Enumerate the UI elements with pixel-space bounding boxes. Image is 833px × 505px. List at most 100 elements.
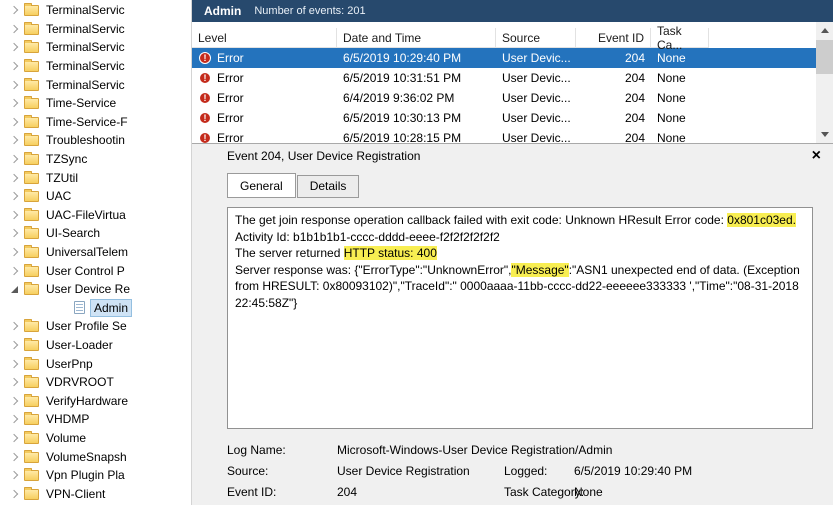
chevron-collapsed-icon[interactable]: [6, 411, 23, 427]
tree-item[interactable]: User-Loader: [0, 336, 191, 355]
tree-item[interactable]: Troubleshootin: [0, 131, 191, 150]
error-icon: [199, 112, 211, 124]
field-row: Source: User Device Registration Logged:…: [227, 460, 813, 481]
chevron-collapsed-icon[interactable]: [6, 39, 23, 55]
chevron-collapsed-icon[interactable]: [6, 225, 23, 241]
task-category-cell: None: [657, 131, 686, 143]
tree-item[interactable]: TerminalServic: [0, 57, 191, 76]
chevron-collapsed-icon[interactable]: [6, 393, 23, 409]
chevron-collapsed-icon[interactable]: [6, 132, 23, 148]
chevron-expanded-icon[interactable]: [6, 281, 23, 297]
tab-general[interactable]: General: [227, 173, 296, 198]
scroll-down-button[interactable]: [816, 126, 833, 143]
tree-item[interactable]: Admin: [0, 298, 191, 318]
chevron-collapsed-icon[interactable]: [6, 170, 23, 186]
tree-item[interactable]: TZUtil: [0, 168, 191, 187]
level-cell: Error: [192, 91, 337, 105]
event-id-cell: 204: [624, 131, 645, 143]
error-icon: [199, 72, 211, 84]
chevron-collapsed-icon[interactable]: [6, 337, 23, 353]
tree-item[interactable]: User Control P: [0, 261, 191, 280]
tree-item[interactable]: VHDMP: [0, 410, 191, 429]
chevron-collapsed-icon[interactable]: [6, 318, 23, 334]
tree-item[interactable]: UAC-FileVirtua: [0, 206, 191, 225]
level-cell: Error: [192, 51, 337, 65]
scrollbar-track[interactable]: [816, 39, 833, 126]
tree-item-label: User Device Re: [46, 282, 131, 297]
chevron-collapsed-icon[interactable]: [6, 114, 23, 130]
chevron-collapsed-icon[interactable]: [6, 374, 23, 390]
close-icon[interactable]: ×: [812, 147, 821, 164]
chevron-collapsed-icon[interactable]: [6, 449, 23, 465]
tree-item[interactable]: TerminalServic: [0, 20, 191, 39]
scroll-up-button[interactable]: [816, 22, 833, 39]
field-row: Log Name: Microsoft-Windows-User Device …: [227, 439, 813, 460]
table-row[interactable]: Error 6/4/2019 9:36:02 PM User Devic... …: [192, 88, 816, 108]
chevron-collapsed-icon[interactable]: [6, 77, 23, 93]
folder-icon: [24, 114, 39, 128]
column-header[interactable]: Level: [192, 28, 337, 48]
no-chevron[interactable]: [54, 300, 71, 316]
chevron-collapsed-icon[interactable]: [6, 244, 23, 260]
chevron-collapsed-icon[interactable]: [6, 430, 23, 446]
tree-item[interactable]: VDRVROOT: [0, 373, 191, 392]
tree-item-label: VerifyHardware: [46, 393, 129, 408]
table-row[interactable]: Error 6/5/2019 10:28:15 PM User Devic...…: [192, 128, 816, 143]
folder-icon: [24, 226, 39, 240]
field-label: Log Name:: [227, 442, 286, 457]
tree-item[interactable]: User Profile Se: [0, 317, 191, 336]
tree-item[interactable]: VPN-Client: [0, 484, 191, 503]
vertical-scrollbar[interactable]: [816, 22, 833, 143]
field-row: Event ID: 204 Task Category: None: [227, 481, 813, 502]
tab-details[interactable]: Details: [296, 175, 360, 198]
column-header[interactable]: Event ID: [576, 28, 651, 48]
tree-item[interactable]: VerifyHardware: [0, 391, 191, 410]
chevron-collapsed-icon[interactable]: [6, 263, 23, 279]
tree-item-label: UserPnp: [46, 356, 93, 371]
scrollbar-thumb[interactable]: [816, 40, 833, 74]
folder-icon: [24, 207, 39, 221]
tree-item-label: Time-Service-F: [46, 114, 128, 129]
tree-item[interactable]: Vpn Plugin Pla: [0, 466, 191, 485]
tree-item[interactable]: TerminalServic: [0, 1, 191, 20]
table-row[interactable]: Error 6/5/2019 10:30:13 PM User Devic...…: [192, 108, 816, 128]
tree-item[interactable]: VolumeSnapsh: [0, 447, 191, 466]
highlighted-text: HTTP status: 400: [343, 246, 437, 260]
folder-icon: [24, 430, 39, 444]
folder-icon: [24, 282, 39, 296]
chevron-collapsed-icon[interactable]: [6, 486, 23, 502]
chevron-collapsed-icon[interactable]: [6, 2, 23, 18]
chevron-collapsed-icon[interactable]: [6, 467, 23, 483]
chevron-collapsed-icon[interactable]: [6, 58, 23, 74]
up-arrow-icon: [820, 28, 829, 33]
chevron-collapsed-icon[interactable]: [6, 207, 23, 223]
tree-item[interactable]: Time-Service: [0, 94, 191, 113]
table-row[interactable]: Error 6/5/2019 10:29:40 PM User Devic...…: [192, 48, 816, 68]
chevron-collapsed-icon[interactable]: [6, 188, 23, 204]
table-body: Error 6/5/2019 10:29:40 PM User Devic...…: [192, 48, 816, 143]
tree-item[interactable]: UAC: [0, 187, 191, 206]
column-header[interactable]: Date and Time: [337, 28, 496, 48]
tree-item[interactable]: User Device Re: [0, 280, 191, 299]
tree-item[interactable]: Volume: [0, 429, 191, 448]
tree-item-label: VDRVROOT: [46, 375, 114, 390]
chevron-collapsed-icon[interactable]: [6, 151, 23, 167]
table-row[interactable]: Error 6/5/2019 10:31:51 PM User Devic...…: [192, 68, 816, 88]
event-id-cell: 204: [624, 51, 645, 65]
chevron-collapsed-icon[interactable]: [6, 356, 23, 372]
column-header[interactable]: Source: [496, 28, 576, 48]
highlighted-text: 0x801c03ed.: [727, 213, 796, 227]
tree-item[interactable]: Time-Service-F: [0, 113, 191, 132]
level-text: Error: [217, 51, 244, 65]
tree-item-label: Troubleshootin: [46, 133, 125, 148]
tree-item[interactable]: TerminalServic: [0, 75, 191, 94]
column-header[interactable]: Task Ca...: [651, 24, 709, 52]
tree-item[interactable]: UI-Search: [0, 224, 191, 243]
tree-item[interactable]: TerminalServic: [0, 38, 191, 57]
chevron-collapsed-icon[interactable]: [6, 95, 23, 111]
tree-item[interactable]: UserPnp: [0, 354, 191, 373]
tree-item[interactable]: TZSync: [0, 150, 191, 169]
chevron-collapsed-icon[interactable]: [6, 21, 23, 37]
tree-item-label: TZUtil: [46, 170, 78, 185]
tree-item[interactable]: UniversalTelem: [0, 243, 191, 262]
